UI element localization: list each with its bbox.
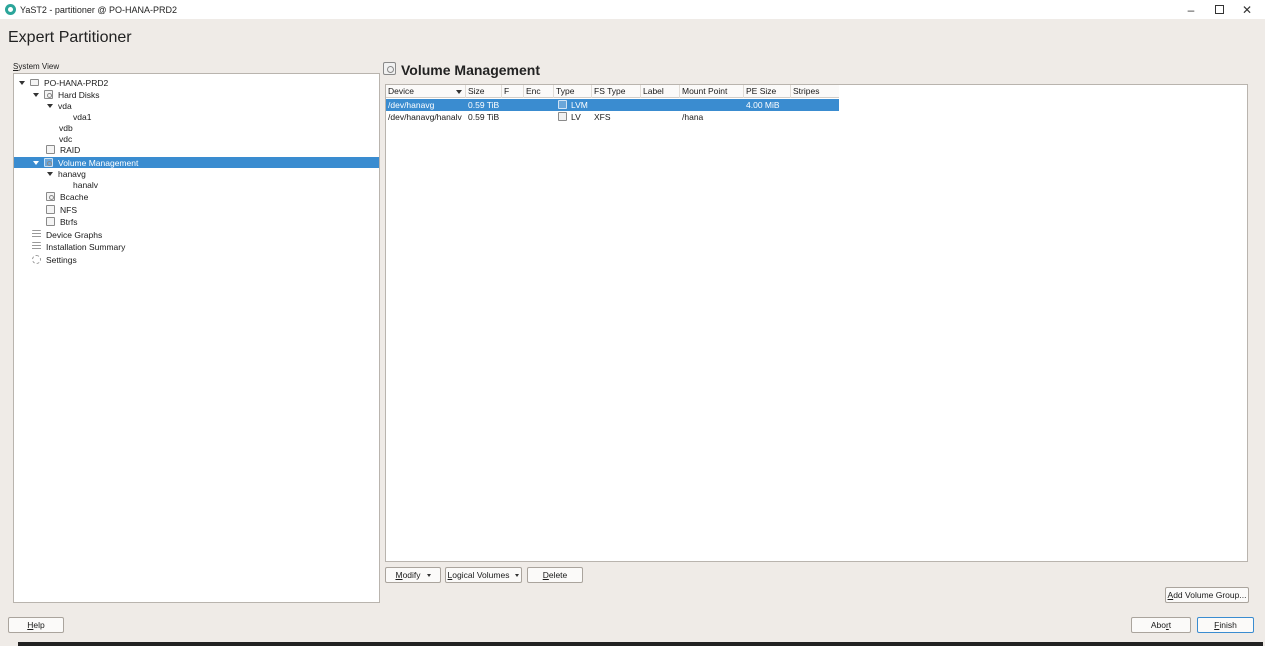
expand-arrow-icon[interactable]: [33, 160, 39, 165]
minimize-button[interactable]: –: [1176, 0, 1206, 19]
tree-item-device-graphs[interactable]: Device Graphs: [14, 229, 379, 240]
computer-icon: [30, 79, 39, 86]
settings-icon: [32, 255, 41, 264]
window-titlebar: YaST2 - partitioner @ PO-HANA-PRD2: [0, 0, 1265, 19]
column-header-fs-type[interactable]: FS Type: [592, 85, 641, 98]
cell-type: LV: [556, 111, 594, 123]
system-view-tree[interactable]: PO-HANA-PRD2 Hard Disks vda vda1 vdb vdc…: [13, 73, 380, 603]
abort-button[interactable]: Abo r t: [1131, 617, 1191, 633]
tree-item-vdc[interactable]: vdc: [14, 133, 379, 144]
cell-f: [502, 99, 524, 111]
page-title: Expert Partitioner: [8, 29, 132, 46]
column-header-label[interactable]: Label: [641, 85, 680, 98]
bcache-icon: [46, 192, 55, 201]
cell-pe-size: [744, 111, 791, 123]
cell-enc: [524, 99, 554, 111]
cell-stripes: [791, 99, 839, 111]
cell-label: [641, 99, 680, 111]
tree-item-raid[interactable]: RAID: [14, 144, 379, 155]
cell-label: [641, 111, 680, 123]
expand-arrow-icon[interactable]: [47, 171, 53, 176]
cell-f: [502, 111, 524, 123]
delete-button[interactable]: Delete: [527, 567, 583, 583]
tree-item-nfs[interactable]: NFS: [14, 204, 379, 215]
modify-button[interactable]: Modify: [385, 567, 441, 583]
volume-management-icon: [44, 158, 53, 167]
tree-item-po-hana-prd2[interactable]: PO-HANA-PRD2: [14, 77, 379, 88]
cell-size: 0.59 TiB: [468, 100, 500, 110]
installation-summary-icon: [32, 242, 41, 251]
column-header-mount-point[interactable]: Mount Point: [680, 85, 744, 98]
cell-type: LVM: [556, 99, 594, 111]
hard-disk-icon: [44, 90, 53, 99]
tree-item-hanalv[interactable]: hanalv: [14, 179, 379, 190]
raid-icon: [46, 145, 55, 154]
table-row[interactable]: /dev/hanavg/hanalv 0.59 TiB LV XFS /hana: [386, 111, 839, 123]
column-header-pe-size[interactable]: PE Size: [744, 85, 791, 98]
tree-item-hanavg[interactable]: hanavg: [14, 168, 379, 179]
yast-app-icon: [5, 4, 16, 15]
lv-icon: [558, 112, 567, 121]
column-header-enc[interactable]: Enc: [524, 85, 554, 98]
tree-item-volume-management[interactable]: Volume Management: [14, 157, 379, 168]
table-header: Device Size F Enc Type FS Type Label Mou…: [386, 85, 839, 98]
cell-size: 0.59 TiB: [468, 112, 500, 122]
tree-item-bcache[interactable]: Bcache: [14, 191, 379, 202]
dropdown-arrow-icon: [515, 573, 520, 577]
tree-item-vda[interactable]: vda: [14, 100, 379, 111]
column-header-stripes[interactable]: Stripes: [791, 85, 839, 98]
tree-item-vdb[interactable]: vdb: [14, 122, 379, 133]
cell-fs-type: [592, 99, 641, 111]
lvm-icon: [558, 100, 567, 109]
column-header-f[interactable]: F: [502, 85, 524, 98]
maximize-button[interactable]: [1204, 0, 1234, 19]
taskbar-edge: [18, 642, 1263, 646]
maximize-icon: [1214, 5, 1224, 14]
expand-arrow-icon[interactable]: [19, 80, 25, 85]
nfs-icon: [46, 205, 55, 214]
device-graphs-icon: [32, 230, 41, 239]
tree-item-btrfs[interactable]: Btrfs: [14, 216, 379, 227]
section-title: Volume Management: [401, 62, 540, 78]
volume-management-icon: [383, 62, 396, 75]
btrfs-icon: [46, 217, 55, 226]
column-header-size[interactable]: Size: [466, 85, 502, 98]
cell-device: /dev/hanavg: [388, 100, 435, 110]
system-view-label: System View: [13, 62, 60, 71]
cell-device: /dev/hanavg/hanalv: [388, 112, 462, 122]
column-header-device[interactable]: Device: [386, 85, 466, 98]
table-row[interactable]: /dev/hanavg 0.59 TiB LVM 4.00 MiB: [386, 99, 839, 111]
cell-mount-point: /hana: [682, 112, 704, 122]
expand-arrow-icon[interactable]: [47, 103, 53, 108]
cell-pe-size: 4.00 MiB: [746, 100, 780, 110]
volume-table[interactable]: Device Size F Enc Type FS Type Label Mou…: [385, 84, 1248, 562]
cell-stripes: [791, 111, 839, 123]
cell-mount-point: [680, 99, 744, 111]
sort-down-icon: [456, 90, 462, 94]
cell-enc: [524, 111, 554, 123]
close-button[interactable]: ✕: [1232, 0, 1262, 19]
add-volume-group-button[interactable]: Add Volume Group...: [1165, 587, 1249, 603]
tree-item-installation-summary[interactable]: Installation Summary: [14, 241, 379, 252]
finish-button[interactable]: Finish: [1197, 617, 1254, 633]
cell-fs-type: XFS: [594, 112, 611, 122]
window-title: YaST2 - partitioner @ PO-HANA-PRD2: [20, 4, 178, 15]
dropdown-arrow-icon: [426, 573, 431, 577]
tree-item-hard-disks[interactable]: Hard Disks: [14, 89, 379, 100]
tree-item-vda1[interactable]: vda1: [14, 111, 379, 122]
help-button[interactable]: Help: [8, 617, 64, 633]
tree-item-settings[interactable]: Settings: [14, 254, 379, 265]
expand-arrow-icon[interactable]: [33, 92, 39, 97]
logical-volumes-button[interactable]: Logical Volumes: [445, 567, 522, 583]
column-header-type[interactable]: Type: [554, 85, 592, 98]
